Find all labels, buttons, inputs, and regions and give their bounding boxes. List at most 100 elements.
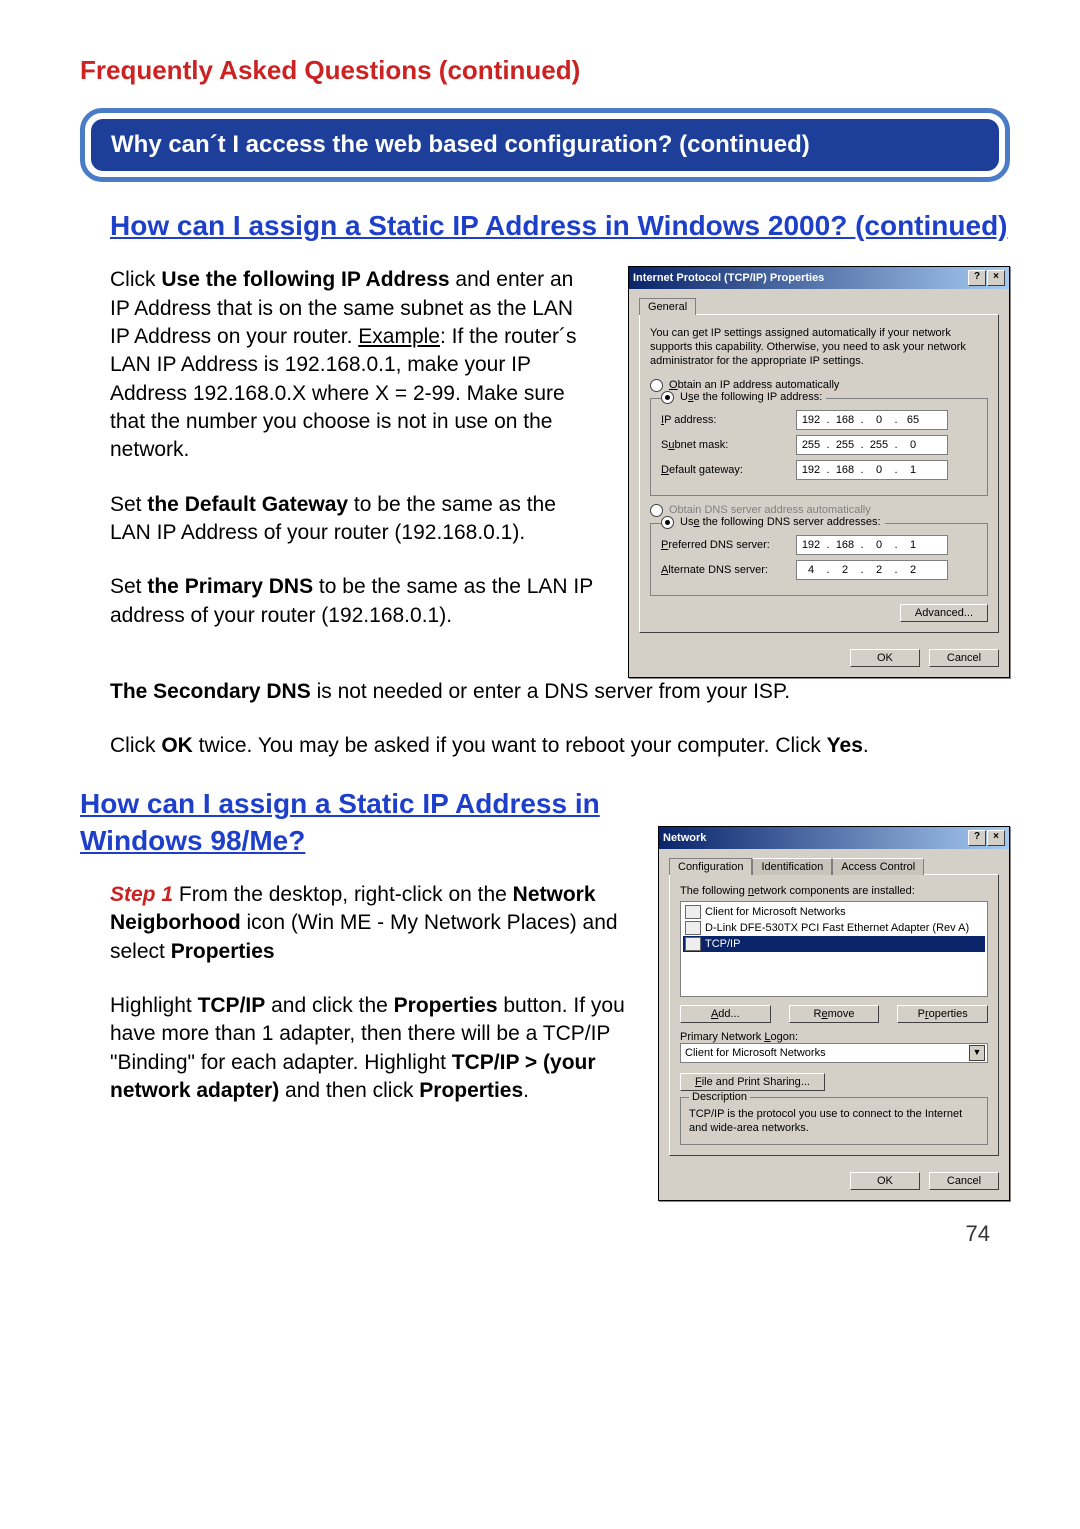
- list-item[interactable]: D-Link DFE-530TX PCI Fast Ethernet Adapt…: [683, 920, 985, 936]
- preferred-dns-input[interactable]: 192. 168. 0. 1: [796, 535, 948, 555]
- subnet-mask-input[interactable]: 255. 255. 255. 0: [796, 435, 948, 455]
- close-icon[interactable]: ×: [987, 270, 1005, 286]
- fieldset-legend: Description: [689, 1091, 750, 1103]
- ip-octet: 1: [899, 464, 927, 476]
- ip-octet: 255: [797, 439, 825, 451]
- ip-octet: 65: [899, 414, 927, 426]
- body-text-1: Click Use the following IP Address and e…: [110, 266, 598, 677]
- text-bold: The Secondary DNS: [110, 680, 311, 703]
- ip-octet: 168: [831, 464, 859, 476]
- text: .: [523, 1079, 529, 1102]
- advanced-button[interactable]: Advanced...: [900, 604, 988, 622]
- banner-frame: Why can´t I access the web based configu…: [80, 108, 1010, 182]
- remove-button[interactable]: Remove: [789, 1005, 880, 1023]
- radio-dns-manual[interactable]: Use the following DNS server addresses:: [661, 516, 885, 529]
- radio-label: Use the following DNS server addresses:: [680, 516, 881, 528]
- radio-label: Use the following IP address:: [680, 391, 822, 403]
- list-item[interactable]: TCP/IP: [683, 936, 985, 952]
- ip-octet: 4: [797, 564, 825, 576]
- dialog-titlebar[interactable]: Network ? ×: [659, 827, 1009, 849]
- add-button[interactable]: Add...: [680, 1005, 771, 1023]
- text-bold: the Primary DNS: [147, 575, 313, 598]
- text: Set: [110, 493, 147, 516]
- ip-address-label: IP address:: [661, 414, 796, 426]
- text: From the desktop, right-click on the: [173, 883, 513, 906]
- components-listbox[interactable]: Client for Microsoft Networks D-Link DFE…: [680, 901, 988, 997]
- list-item-label: TCP/IP: [705, 938, 740, 950]
- ip-octet: 168: [831, 539, 859, 551]
- body-text-continued: The Secondary DNS is not needed or enter…: [80, 678, 1010, 761]
- help-icon[interactable]: ?: [968, 270, 986, 286]
- banner: Why can´t I access the web based configu…: [91, 119, 999, 171]
- text: Highlight: [110, 994, 198, 1017]
- ip-octet: 255: [865, 439, 893, 451]
- radio-icon: [661, 391, 674, 404]
- text: Click: [110, 734, 161, 757]
- dialog-description: You can get IP settings assigned automat…: [650, 327, 988, 368]
- description-fieldset: Description TCP/IP is the protocol you u…: [680, 1097, 988, 1145]
- ip-octet: 1: [899, 539, 927, 551]
- ip-address-input[interactable]: 192. 168. 0. 65: [796, 410, 948, 430]
- dialog-title: Network: [663, 832, 968, 844]
- radio-label: Obtain DNS server address automatically: [669, 504, 871, 516]
- text-underline: Example: [358, 325, 440, 348]
- dns-group: Use the following DNS server addresses: …: [650, 523, 988, 596]
- dialog-titlebar[interactable]: Internet Protocol (TCP/IP) Properties ? …: [629, 267, 1009, 289]
- default-gateway-input[interactable]: 192. 168. 0. 1: [796, 460, 948, 480]
- ip-octet: 2: [831, 564, 859, 576]
- combo-value: Client for Microsoft Networks: [685, 1047, 826, 1059]
- radio-label: OObtain an IP address automaticallybtain…: [669, 379, 839, 391]
- cancel-button[interactable]: Cancel: [929, 649, 999, 667]
- tab-access-control[interactable]: Access Control: [832, 858, 924, 875]
- text: is not needed or enter a DNS server from…: [311, 680, 790, 703]
- ip-octet: 2: [865, 564, 893, 576]
- ip-group: Use the following IP address: IP address…: [650, 398, 988, 496]
- text-bold: the Default Gateway: [147, 493, 348, 516]
- ip-octet: 192: [797, 539, 825, 551]
- text: .: [863, 734, 869, 757]
- text: and then click: [279, 1079, 419, 1102]
- preferred-dns-label: Preferred DNS server:: [661, 539, 796, 551]
- ip-octet: 0: [865, 464, 893, 476]
- tab-configuration[interactable]: Configuration: [669, 858, 752, 875]
- ip-octet: 192: [797, 414, 825, 426]
- help-icon[interactable]: ?: [968, 830, 986, 846]
- text-bold: Properties: [171, 940, 275, 963]
- protocol-icon: [685, 937, 701, 951]
- text: and click the: [265, 994, 393, 1017]
- list-item[interactable]: Client for Microsoft Networks: [683, 904, 985, 920]
- ip-octet: 192: [797, 464, 825, 476]
- default-gateway-label: Default gateway:: [661, 464, 796, 476]
- alternate-dns-input[interactable]: 4. 2. 2. 2: [796, 560, 948, 580]
- properties-button[interactable]: Properties: [897, 1005, 988, 1023]
- text-bold: Yes: [827, 734, 863, 757]
- cancel-button[interactable]: Cancel: [929, 1172, 999, 1190]
- text-bold: Properties: [394, 994, 498, 1017]
- primary-logon-combo[interactable]: Client for Microsoft Networks ▼: [680, 1043, 988, 1063]
- close-icon[interactable]: ×: [987, 830, 1005, 846]
- ok-button[interactable]: OK: [850, 649, 920, 667]
- text: Set: [110, 575, 147, 598]
- page-number: 74: [80, 1221, 1010, 1247]
- tab-general[interactable]: General: [639, 298, 696, 315]
- radio-use-following[interactable]: Use the following IP address:: [661, 391, 826, 404]
- client-icon: [685, 905, 701, 919]
- radio-icon: [661, 516, 674, 529]
- dialog-title: Internet Protocol (TCP/IP) Properties: [633, 272, 968, 284]
- body-text-2: How can I assign a Static IP Address in …: [110, 786, 628, 1201]
- adapter-icon: [685, 921, 701, 935]
- text-bold: OK: [161, 734, 193, 757]
- list-item-label: Client for Microsoft Networks: [705, 906, 846, 918]
- chevron-down-icon: ▼: [969, 1045, 985, 1061]
- question-heading-2: How can I assign a Static IP Address in …: [80, 786, 638, 859]
- page-title: Frequently Asked Questions (continued): [80, 55, 1010, 86]
- list-prompt: The following network components are ins…: [680, 885, 988, 897]
- ok-button[interactable]: OK: [850, 1172, 920, 1190]
- tab-identification[interactable]: Identification: [752, 858, 832, 875]
- ip-octet: 0: [899, 439, 927, 451]
- file-print-sharing-button[interactable]: File and Print Sharing...: [680, 1073, 825, 1091]
- ip-octet: 255: [831, 439, 859, 451]
- alternate-dns-label: Alternate DNS server:: [661, 564, 796, 576]
- ip-octet: 0: [865, 414, 893, 426]
- ip-octet: 2: [899, 564, 927, 576]
